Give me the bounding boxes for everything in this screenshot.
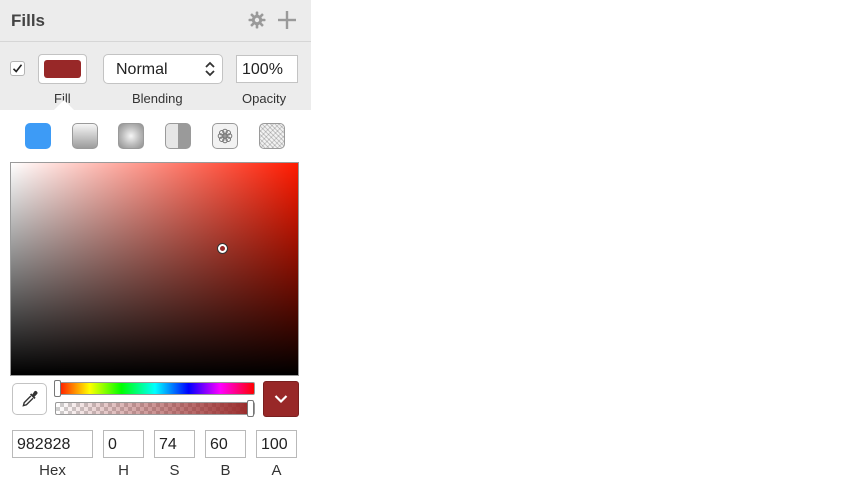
- hue-label: H: [118, 462, 129, 479]
- checkmark-icon: [12, 64, 23, 73]
- gear-icon[interactable]: [247, 10, 267, 30]
- hex-label: Hex: [39, 462, 66, 479]
- eyedropper-icon: [22, 391, 38, 407]
- saturation-label: S: [169, 462, 180, 479]
- alpha-value: 100: [261, 436, 288, 453]
- angular-gradient-icon[interactable]: [165, 123, 191, 149]
- saturation-value: 74: [159, 436, 177, 453]
- chevron-down-icon: [274, 395, 288, 404]
- opacity-label: Opacity: [242, 91, 287, 106]
- alpha-slider-handle[interactable]: [247, 400, 254, 417]
- fills-title: Fills: [11, 11, 46, 30]
- opacity-field[interactable]: 100%: [236, 55, 298, 83]
- alpha-label: A: [271, 462, 282, 479]
- fill-enabled-checkbox[interactable]: [10, 61, 25, 76]
- brightness-label: B: [220, 462, 231, 479]
- blending-select[interactable]: Normal: [103, 54, 223, 84]
- linear-gradient-icon[interactable]: [72, 123, 98, 149]
- pattern-fill-icon[interactable]: [212, 123, 238, 149]
- color-presets-button[interactable]: [263, 381, 299, 417]
- hue-slider[interactable]: [55, 382, 255, 395]
- brightness-value: 60: [210, 436, 228, 453]
- plus-icon[interactable]: [277, 10, 297, 30]
- opacity-value: 100%: [242, 61, 283, 78]
- eyedropper-button[interactable]: [12, 383, 47, 415]
- saturation-brightness-field[interactable]: [10, 162, 299, 376]
- alpha-slider[interactable]: [55, 402, 255, 415]
- fill-row: Normal 100%: [0, 52, 311, 86]
- fill-color-well[interactable]: [38, 54, 87, 84]
- fill-color-swatch: [44, 60, 81, 78]
- hex-field[interactable]: 982828: [12, 430, 93, 458]
- hue-value: 0: [108, 436, 117, 453]
- radial-gradient-icon[interactable]: [118, 123, 144, 149]
- color-picker-cursor[interactable]: [218, 244, 227, 253]
- alpha-field[interactable]: 100: [256, 430, 297, 458]
- noise-fill-icon[interactable]: [259, 123, 285, 149]
- fills-header: Fills: [0, 0, 311, 42]
- hex-value: 982828: [17, 436, 71, 453]
- hue-slider-handle[interactable]: [54, 380, 61, 397]
- hue-field[interactable]: 0: [103, 430, 144, 458]
- brightness-field[interactable]: 60: [205, 430, 246, 458]
- solid-color-icon[interactable]: [25, 123, 51, 149]
- blending-value: Normal: [116, 61, 168, 78]
- saturation-field[interactable]: 74: [154, 430, 195, 458]
- blending-label: Blending: [132, 91, 183, 106]
- chevron-updown-icon: [204, 60, 216, 83]
